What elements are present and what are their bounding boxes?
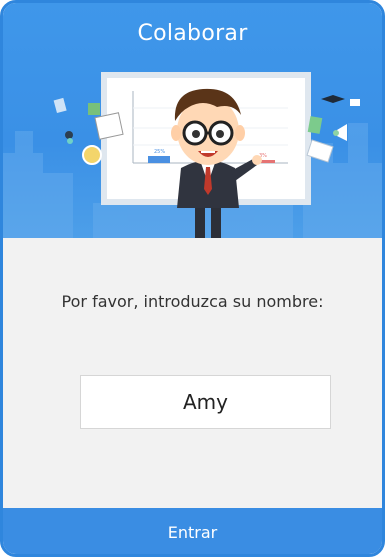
clock-icon — [82, 145, 102, 165]
teacher-illustration: 25% 3% — [3, 72, 382, 238]
calendar-icon — [94, 112, 124, 140]
hero-banner: Colaborar 25% 3% — [3, 3, 382, 238]
name-input[interactable] — [80, 375, 331, 429]
chart-bar — [148, 156, 170, 163]
dialog-card: Colaborar 25% 3% Por favor, introduzca s… — [0, 0, 385, 557]
name-prompt: Por favor, introduzca su nombre: — [61, 292, 324, 311]
chart-label: 25% — [154, 149, 165, 155]
graduation-cap-icon — [321, 95, 345, 103]
enter-button[interactable]: Entrar — [3, 508, 382, 554]
